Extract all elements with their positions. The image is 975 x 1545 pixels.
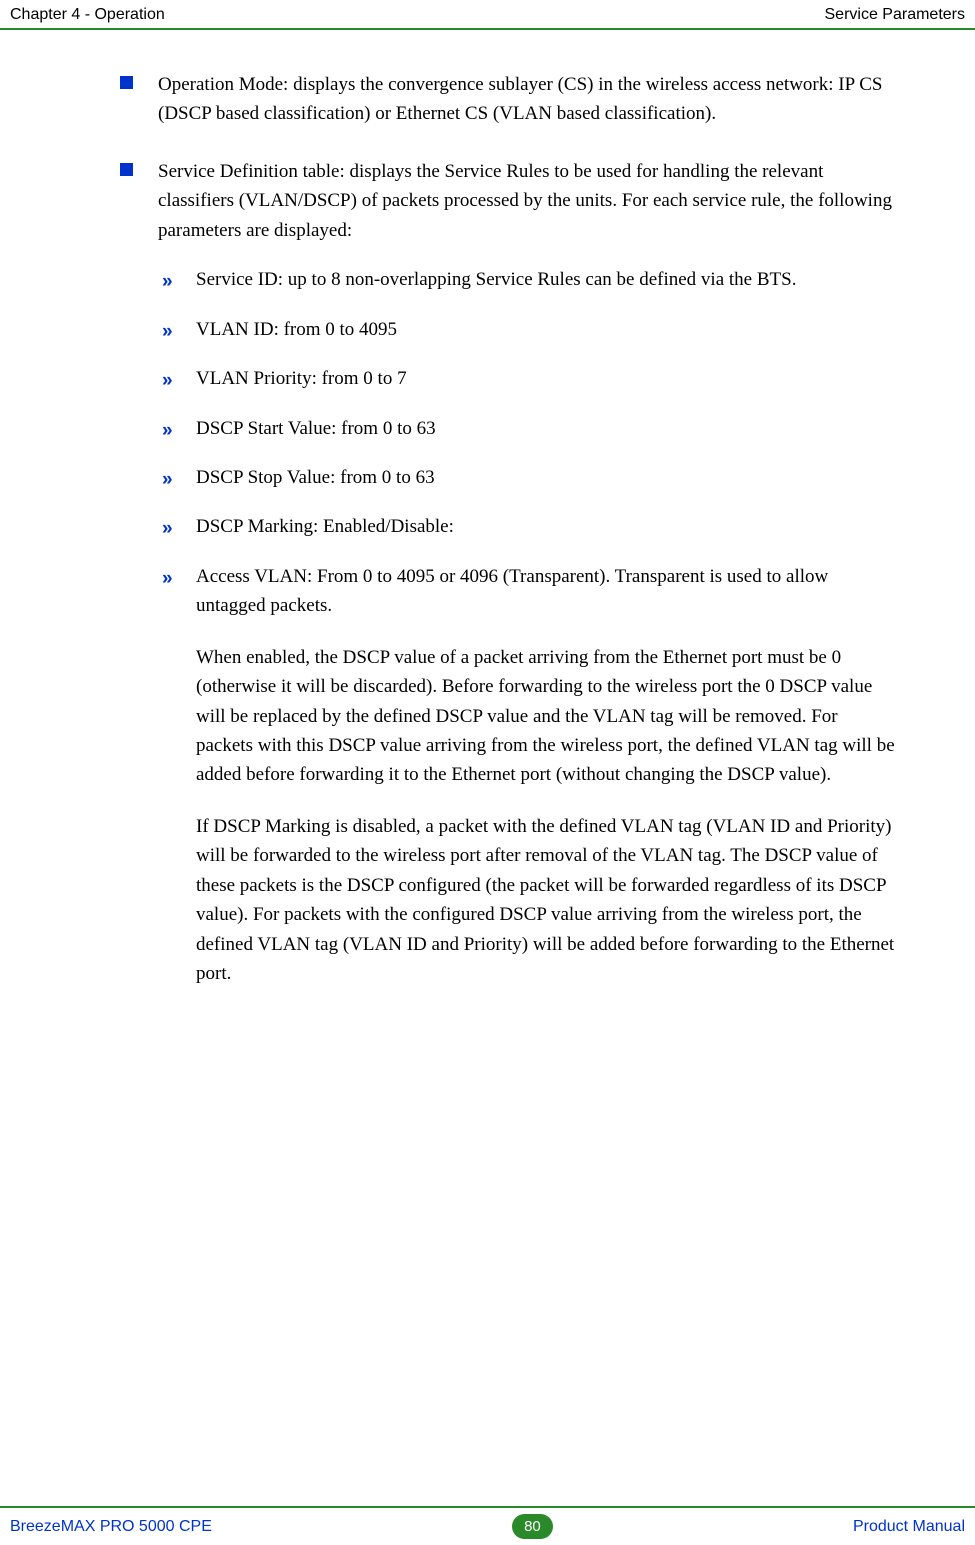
sub-dscp-marking: » DSCP Marking: Enabled/Disable:	[162, 512, 895, 541]
sub-text: Service ID: up to 8 non-overlapping Serv…	[196, 269, 796, 290]
sub-text: DSCP Stop Value: from 0 to 63	[196, 467, 435, 488]
paragraph-enabled: When enabled, the DSCP value of a packet…	[196, 643, 895, 790]
chevron-icon: »	[162, 514, 169, 543]
square-bullet-icon	[120, 76, 133, 89]
bullet-text: Operation Mode: displays the convergence…	[158, 74, 882, 124]
sub-list: » Service ID: up to 8 non-overlapping Se…	[158, 265, 895, 988]
chevron-icon: »	[162, 465, 169, 494]
sub-dscp-start: » DSCP Start Value: from 0 to 63	[162, 414, 895, 443]
sub-vlan-priority: » VLAN Priority: from 0 to 7	[162, 364, 895, 393]
square-bullet-icon	[120, 163, 133, 176]
header-section: Service Parameters	[825, 6, 966, 24]
sub-text: VLAN Priority: from 0 to 7	[196, 368, 407, 389]
header-chapter: Chapter 4 - Operation	[10, 6, 165, 24]
page-header: Chapter 4 - Operation Service Parameters	[0, 0, 975, 30]
footer-manual: Product Manual	[853, 1518, 965, 1536]
page-content: Operation Mode: displays the convergence…	[0, 30, 975, 989]
sub-dscp-stop: » DSCP Stop Value: from 0 to 63	[162, 463, 895, 492]
page-footer: BreezeMAX PRO 5000 CPE 80 Product Manual	[0, 1506, 975, 1545]
chevron-icon: »	[162, 317, 169, 346]
footer-product: BreezeMAX PRO 5000 CPE	[10, 1518, 212, 1536]
sub-vlan-id: » VLAN ID: from 0 to 4095	[162, 315, 895, 344]
bullet-operation-mode: Operation Mode: displays the convergence…	[120, 70, 895, 129]
chevron-icon: »	[162, 366, 169, 395]
chevron-icon: »	[162, 564, 169, 593]
sub-text: DSCP Marking: Enabled/Disable:	[196, 516, 454, 537]
sub-text: Access VLAN: From 0 to 4095 or 4096 (Tra…	[196, 566, 828, 616]
paragraph-disabled: If DSCP Marking is disabled, a packet wi…	[196, 812, 895, 989]
sub-service-id: » Service ID: up to 8 non-overlapping Se…	[162, 265, 895, 294]
chevron-icon: »	[162, 416, 169, 445]
sub-text: VLAN ID: from 0 to 4095	[196, 319, 397, 340]
page-number-badge: 80	[512, 1514, 553, 1539]
bullet-service-definition: Service Definition table: displays the S…	[120, 157, 895, 989]
chevron-icon: »	[162, 267, 169, 296]
sub-access-vlan: » Access VLAN: From 0 to 4095 or 4096 (T…	[162, 562, 895, 989]
bullet-text: Service Definition table: displays the S…	[158, 161, 892, 241]
sub-text: DSCP Start Value: from 0 to 63	[196, 418, 436, 439]
